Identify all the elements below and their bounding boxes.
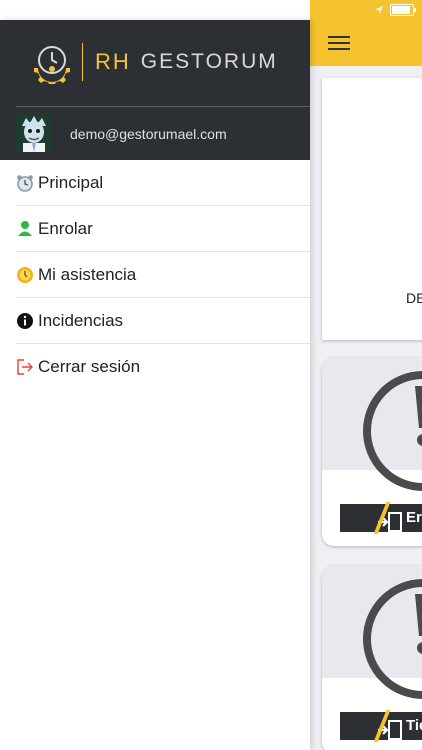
drawer-header: RH GESTORUM demo@gestorumael.com [0,20,310,160]
info-icon [16,312,34,330]
menu-item-cerrar-sesion[interactable]: Cerrar sesión [16,344,310,389]
time-button-label: Tier [406,717,422,734]
menu-item-principal[interactable]: Principal [16,160,310,206]
app-header [310,0,422,66]
alarm-clock-icon [16,174,34,192]
logout-icon [16,358,34,376]
entry-card[interactable]: Er [322,358,422,546]
person-icon [16,220,34,238]
entry-button[interactable]: Er [340,502,422,534]
menu-item-label: Enrolar [38,218,93,238]
menu-item-label: Cerrar sesión [38,356,141,376]
menu-item-mi-asistencia[interactable]: Mi asistencia [16,252,310,298]
entry-button-label: Er [406,509,422,526]
hamburger-menu-button[interactable] [328,36,350,50]
brand-prefix: RH [95,49,131,74]
brand-name: GESTORUM [140,50,278,73]
gear-clock-logo-icon [34,46,70,84]
alert-clock-icon [363,579,422,699]
time-card[interactable]: Tier [322,566,422,750]
info-card-text: DE [406,290,422,306]
battery-icon [390,4,416,16]
user-avatar-icon [16,114,52,152]
menu-item-label: Incidencias [38,310,124,330]
navigation-drawer: RH GESTORUM demo@gestorumael.com Princip… [0,20,310,750]
alert-clock-icon [363,371,422,491]
menu-item-enrolar[interactable]: Enrolar [16,206,310,252]
clock-icon [16,266,34,284]
menu-item-label: Mi asistencia [38,264,137,284]
time-button[interactable]: Tier [340,710,422,742]
location-arrow-icon [375,6,383,14]
user-email: demo@gestorumael.com [70,126,227,142]
app-logo: RH GESTORUM [30,40,278,84]
menu-item-label: Principal [38,172,104,192]
info-card: DE [322,78,422,340]
menu-item-incidencias[interactable]: Incidencias [16,298,310,344]
drawer-menu: Principal Enrolar Mi asistencia Incidenc… [0,160,310,389]
avatar [16,114,52,152]
status-icons [374,4,416,16]
main-screen: DE Er Tie [310,0,422,750]
